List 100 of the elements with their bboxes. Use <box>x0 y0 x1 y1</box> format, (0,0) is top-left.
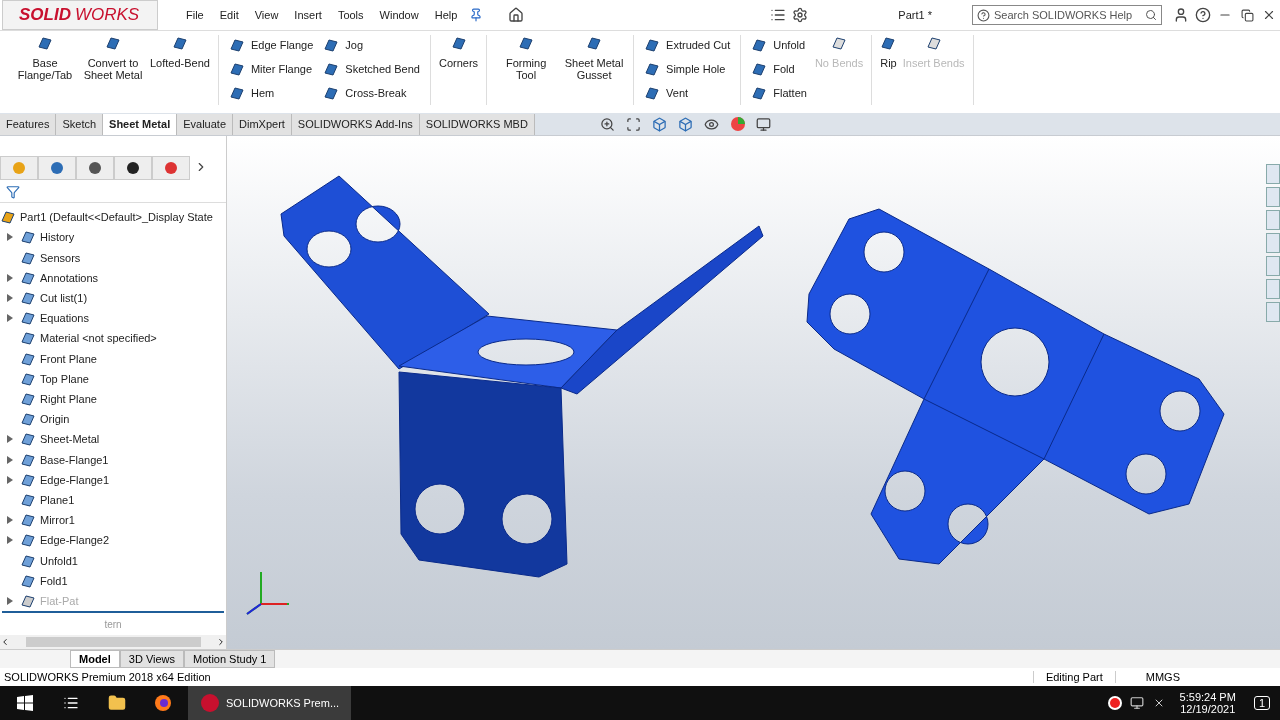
ribbon-button[interactable]: Miter Flange <box>228 59 314 78</box>
expand-arrow-icon[interactable] <box>7 273 13 282</box>
feature-icon <box>20 532 36 549</box>
bent-plate-icon <box>228 60 245 77</box>
filter-icon[interactable] <box>6 185 20 199</box>
ribbon-button[interactable]: Forming Tool <box>493 35 560 105</box>
ribbon-button[interactable]: Edge Flange <box>228 35 314 54</box>
command-tab[interactable]: DimXpert <box>233 113 292 135</box>
command-tab[interactable]: SOLIDWORKS Add-Ins <box>291 113 420 135</box>
ribbon-button[interactable]: Jog <box>323 35 420 54</box>
tree-item[interactable]: Sensors <box>40 251 81 264</box>
ribbon-button[interactable]: Unfold <box>751 35 807 54</box>
ribbon-button[interactable]: Extruded Cut <box>644 35 731 54</box>
ribbon-button[interactable]: Corners <box>436 35 481 105</box>
clock-time[interactable]: 5:59:24 PM <box>1179 691 1236 703</box>
tree-item[interactable]: Annotations <box>40 271 99 284</box>
tree-item[interactable]: Mirror1 <box>40 514 75 527</box>
feature-icon <box>20 370 36 387</box>
ribbon-button[interactable]: Sketched Bend <box>323 59 420 78</box>
app-logo: SOLID WORKS <box>2 0 158 30</box>
ribbon-button[interactable]: Simple Hole <box>644 59 731 78</box>
expand-arrow-icon[interactable] <box>7 516 13 525</box>
panel-icon <box>125 160 141 176</box>
expand-arrow-icon[interactable] <box>7 293 13 302</box>
clock-date[interactable]: 12/19/2021 <box>1180 703 1236 715</box>
expand-arrow-icon[interactable] <box>7 455 13 464</box>
tree-item[interactable]: Edge-Flange2 <box>40 534 110 547</box>
command-tab[interactable]: Features <box>0 113 57 135</box>
bent-plate-icon <box>751 60 768 77</box>
scroll-left-icon[interactable] <box>0 637 10 647</box>
app-icon <box>200 693 220 713</box>
ribbon-button[interactable]: Flatten <box>751 83 807 102</box>
tree-item[interactable]: Material <not specified> <box>40 332 157 345</box>
feature-icon <box>20 229 36 246</box>
scroll-right-icon[interactable] <box>216 637 226 647</box>
scrollbar-thumb[interactable] <box>25 637 201 647</box>
bent-plate-icon <box>644 36 661 53</box>
bent-plate-icon <box>37 35 53 51</box>
windows-start-icon[interactable] <box>14 692 36 714</box>
expand-arrow-icon[interactable] <box>7 596 13 605</box>
ribbon-button[interactable]: Lofted-Bend <box>148 35 212 105</box>
document-title: Part1 * <box>898 9 932 21</box>
command-tab[interactable]: Sketch <box>56 113 104 135</box>
tree-item[interactable]: Fold1 <box>40 574 68 587</box>
tree-item[interactable]: Top Plane <box>40 372 89 385</box>
bent-plate-icon <box>228 84 245 101</box>
command-tab[interactable]: SOLIDWORKS MBD <box>419 113 535 135</box>
ribbon-button[interactable]: Fold <box>751 59 807 78</box>
ribbon-button[interactable]: Vent <box>644 83 731 102</box>
tree-item[interactable]: Equations <box>40 312 89 325</box>
panel-tab[interactable] <box>114 156 152 180</box>
search-field[interactable]: Search SOLIDWORKS Help <box>972 5 1162 25</box>
status-text: SOLIDWORKS Premium 2018 x64 Edition <box>4 671 211 683</box>
tree-root[interactable]: Part1 (Default<<Default>_Display State <box>20 211 213 224</box>
panel-icon <box>87 160 103 176</box>
ribbon-button[interactable]: Convert to Sheet Metal <box>80 35 146 105</box>
menu-item[interactable]: Edit <box>211 9 247 21</box>
bottom-tab[interactable]: 3D Views <box>119 650 185 668</box>
search-icon[interactable] <box>1145 9 1157 21</box>
ribbon-button[interactable]: Base Flange/Tab <box>12 35 78 105</box>
bottom-tab[interactable]: Motion Study 1 <box>184 650 276 668</box>
ribbon-button[interactable]: Rip <box>878 35 899 105</box>
menu-item[interactable]: File <box>178 9 212 21</box>
menu-item[interactable]: Window <box>371 9 427 21</box>
tree-item[interactable]: Sheet-Metal <box>40 433 100 446</box>
tree-item[interactable]: Unfold1 <box>40 554 78 567</box>
notification-count[interactable]: 1 <box>1253 696 1270 710</box>
ribbon-button[interactable]: Sheet Metal Gusset <box>561 35 628 105</box>
ribbon-button[interactable]: Cross-Break <box>323 83 420 102</box>
tree-item[interactable]: Edge-Flange1 <box>40 473 110 486</box>
bent-plate-icon <box>450 35 467 51</box>
tree-item[interactable]: Base-Flange1 <box>40 453 109 466</box>
command-tab[interactable]: Evaluate <box>177 113 233 135</box>
units-selector[interactable]: MMGS <box>1114 671 1210 683</box>
tree-item[interactable]: Plane1 <box>40 493 75 506</box>
expand-arrow-icon[interactable] <box>7 475 13 484</box>
expand-arrow-icon[interactable] <box>7 233 13 242</box>
bottom-tab[interactable]: Model <box>70 650 120 668</box>
menu-item[interactable]: Help <box>426 9 466 21</box>
feature-icon <box>20 249 36 266</box>
menu-item[interactable]: View <box>246 9 287 21</box>
panel-icon <box>163 160 179 176</box>
browser-icon[interactable] <box>152 692 174 714</box>
taskbar-app-button[interactable]: SOLIDWORKS Prem... <box>188 686 352 720</box>
feature-icon <box>20 491 36 508</box>
command-tab[interactable]: Sheet Metal <box>103 113 178 135</box>
expand-arrow-icon[interactable] <box>7 435 13 444</box>
expand-arrow-icon[interactable] <box>7 536 13 545</box>
menu-item[interactable]: Tools <box>329 9 372 21</box>
tree-item[interactable]: Front Plane <box>40 352 97 365</box>
menu-item[interactable]: Insert <box>286 9 330 21</box>
tree-item[interactable]: History <box>40 231 75 244</box>
panel-tab[interactable] <box>76 156 114 180</box>
tree-item[interactable]: Origin <box>40 413 70 426</box>
feature-icon <box>20 552 36 569</box>
ribbon-button[interactable]: Hem <box>228 83 314 102</box>
tree-item[interactable]: Cut list(1) <box>40 291 88 304</box>
tree-item[interactable]: Right Plane <box>40 392 97 405</box>
bent-plate-icon <box>880 35 897 51</box>
expand-arrow-icon[interactable] <box>7 314 13 323</box>
